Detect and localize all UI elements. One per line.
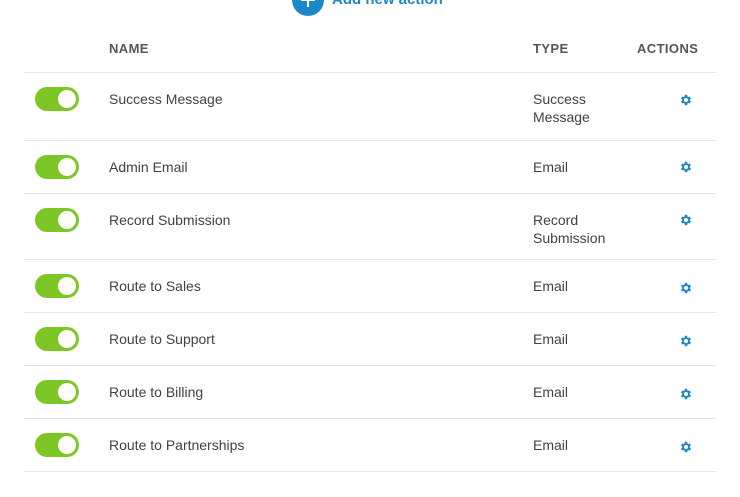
gear-icon[interactable]	[679, 160, 693, 174]
gear-icon[interactable]	[679, 93, 693, 107]
action-type-line: Email	[533, 159, 569, 175]
toggle-knob	[58, 436, 76, 454]
action-type-line: Message	[533, 109, 590, 125]
table-row: Success Message Success Message	[24, 73, 716, 141]
toggle-knob	[58, 277, 76, 295]
toggle-knob	[58, 90, 76, 108]
table-row: Route to Support Email	[24, 313, 716, 366]
action-type: Email	[533, 158, 623, 176]
actions-table: NAME TYPE ACTIONS Success Message Succes…	[24, 28, 716, 472]
table-row: Route to Partnerships Email	[24, 419, 716, 472]
gear-icon[interactable]	[679, 440, 693, 454]
gear-icon[interactable]	[679, 387, 693, 401]
action-name: Admin Email	[109, 159, 188, 175]
toggle-knob	[58, 158, 76, 176]
toggle-knob	[58, 211, 76, 229]
gear-icon[interactable]	[679, 213, 693, 227]
table-row: Route to Sales Email	[24, 260, 716, 313]
enable-toggle[interactable]	[35, 87, 79, 111]
enable-toggle[interactable]	[35, 327, 79, 351]
enable-toggle[interactable]	[35, 155, 79, 179]
toggle-knob	[58, 383, 76, 401]
plus-icon	[292, 0, 324, 16]
column-header-actions: ACTIONS	[637, 41, 699, 56]
action-type: Record Submission	[533, 211, 623, 247]
table-header: NAME TYPE ACTIONS	[24, 28, 716, 73]
action-type-line: Success	[533, 91, 586, 107]
action-type-line: Record	[533, 212, 579, 228]
table-row: Admin Email Email	[24, 141, 716, 194]
action-type: Email	[533, 277, 623, 295]
action-type-line: Email	[533, 278, 569, 294]
enable-toggle[interactable]	[35, 380, 79, 404]
action-name: Route to Billing	[109, 384, 204, 400]
action-type-line: Submission	[533, 230, 606, 246]
action-name: Success Message	[109, 91, 223, 107]
toggle-knob	[58, 330, 76, 348]
action-type-line: Email	[533, 384, 569, 400]
action-type-line: Email	[533, 437, 569, 453]
gear-icon[interactable]	[679, 281, 693, 295]
table-row: Route to Billing Email	[24, 366, 716, 419]
gear-icon[interactable]	[679, 334, 693, 348]
action-type-line: Email	[533, 331, 569, 347]
action-type: Email	[533, 436, 623, 454]
action-name: Route to Partnerships	[109, 437, 245, 453]
enable-toggle[interactable]	[35, 433, 79, 457]
column-header-name: NAME	[109, 41, 149, 56]
action-name: Route to Support	[109, 331, 215, 347]
enable-toggle[interactable]	[35, 208, 79, 232]
action-type: Email	[533, 383, 623, 401]
add-new-action-button[interactable]: Add new action	[292, 0, 443, 16]
action-name: Record Submission	[109, 212, 231, 228]
table-row: Record Submission Record Submission	[24, 194, 716, 260]
action-type: Success Message	[533, 90, 623, 126]
action-name: Route to Sales	[109, 278, 201, 294]
add-new-action-label: Add new action	[332, 0, 443, 16]
action-type: Email	[533, 330, 623, 348]
enable-toggle[interactable]	[35, 274, 79, 298]
column-header-type: TYPE	[533, 41, 569, 56]
